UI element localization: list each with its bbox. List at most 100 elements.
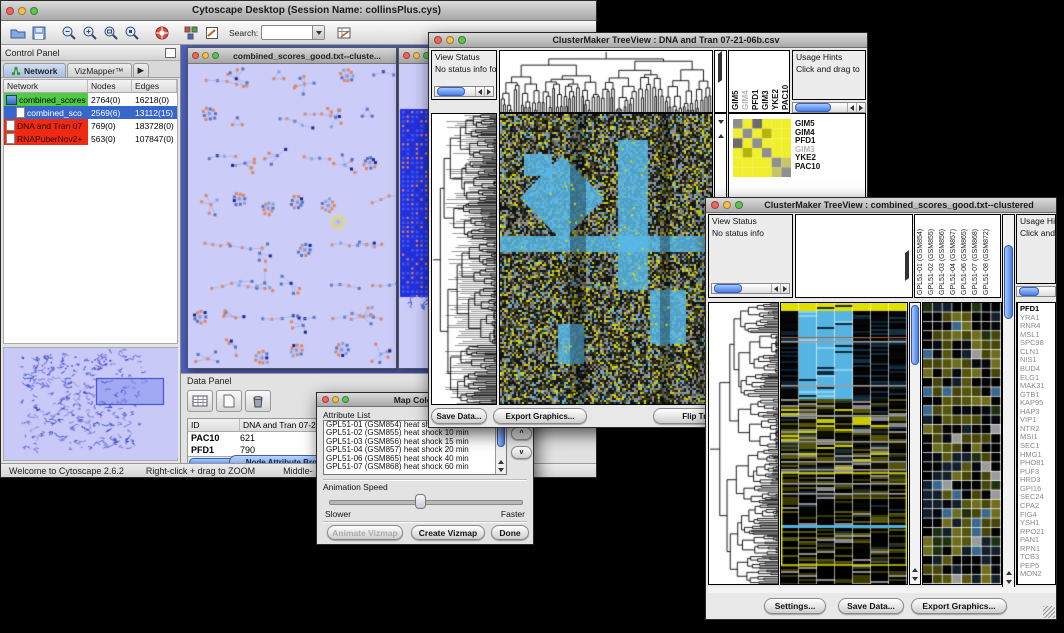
settings-button[interactable]: Settings... [764, 598, 826, 614]
resize-grip[interactable] [1043, 606, 1055, 618]
search-input[interactable] [261, 25, 325, 40]
array-label[interactable]: GIM3 [761, 53, 771, 110]
network-row[interactable]: RNAPuberNov2+ 563(0) 107847(0) [4, 132, 177, 145]
minimize-icon[interactable] [202, 52, 209, 59]
maximize-button[interactable] [30, 7, 38, 15]
row-dendrogram-canvas[interactable] [709, 303, 778, 584]
attribute-listbox[interactable]: GPL51-01 (GSM854) heat shock 05 minGPL51… [323, 420, 507, 475]
scrollbar-thumb[interactable] [911, 305, 919, 365]
minimize-icon[interactable] [332, 396, 339, 403]
scroll-up-icon[interactable] [1003, 571, 1014, 575]
array-label[interactable]: PFD1 [751, 53, 761, 110]
minimize-icon[interactable] [413, 52, 420, 59]
scroll-down-icon[interactable] [496, 468, 506, 472]
usage-hints-scrollbar[interactable] [792, 102, 866, 113]
minimize-icon[interactable] [446, 36, 454, 44]
gene-list-pane[interactable]: PFD1YRA1RNR4MSL1SPC98CLN1NIS1BUD4ELG1MAK… [1016, 302, 1056, 585]
array-label[interactable]: GPL51-02 (GSM855) [928, 217, 939, 295]
array-label[interactable]: GPL51-08 (GSM872) [983, 217, 994, 295]
treeview1-titlebar[interactable]: ClusterMaker TreeView : DNA and Tran 07-… [429, 33, 867, 48]
minimize-icon[interactable] [723, 201, 731, 209]
scroll-down-icon[interactable] [718, 124, 724, 142]
header-pager-strip[interactable] [714, 50, 727, 113]
network-view-window[interactable]: combined_scores_good.txt--cluste... [187, 47, 397, 369]
slider-thumb[interactable] [415, 494, 426, 509]
column-dendrogram-canvas[interactable] [500, 51, 712, 112]
array-label[interactable]: GIM5 [731, 53, 741, 110]
close-icon[interactable] [711, 201, 719, 209]
maximize-icon[interactable] [342, 396, 349, 403]
tab-network[interactable]: Network [3, 63, 66, 77]
column-id[interactable]: ID [188, 419, 240, 431]
network-view-titlebar[interactable]: combined_scores_good.txt--cluste... [188, 48, 396, 64]
attribute-item[interactable]: GPL51-07 (GSM868) heat shock 60 min [324, 463, 506, 471]
usage-hints-scrollbar[interactable] [1016, 286, 1056, 297]
select-attributes-button[interactable] [187, 390, 213, 412]
scroll-right-icon[interactable] [780, 284, 789, 293]
scroll-up-icon[interactable] [910, 568, 920, 572]
column-tree-pane[interactable] [795, 214, 913, 298]
birdseye-view[interactable] [3, 347, 178, 461]
view-status-scrollbar[interactable] [711, 283, 790, 294]
row-dendrogram-pane[interactable] [708, 302, 779, 585]
close-icon[interactable] [434, 36, 442, 44]
scroll-left-icon[interactable] [771, 284, 780, 293]
animation-speed-slider[interactable] [329, 500, 523, 505]
column-network[interactable]: Network [4, 80, 88, 92]
zoom-heatmap-pane[interactable] [922, 302, 1002, 585]
scrollbar-thumb[interactable] [1019, 287, 1039, 296]
close-icon[interactable] [192, 52, 199, 59]
maximize-icon[interactable] [735, 201, 743, 209]
strip-vscrollbar[interactable] [909, 302, 921, 585]
save-data-button[interactable]: Save Data... [431, 408, 487, 424]
export-graphics-button[interactable]: Export Graphics... [911, 598, 1007, 614]
save-data-button[interactable]: Save Data... [838, 598, 904, 614]
scrollbar-thumb[interactable] [1004, 245, 1013, 319]
minimize-button[interactable] [18, 7, 26, 15]
array-label[interactable]: GPL51-07 (GSM868) [972, 217, 983, 295]
move-up-button[interactable]: ^ [511, 427, 532, 440]
scroll-left-icon[interactable] [475, 87, 484, 96]
global-heatmap-pane[interactable] [780, 302, 908, 585]
done-button[interactable]: Done [491, 525, 529, 540]
heatmap-canvas[interactable] [500, 114, 712, 404]
treeview2-titlebar[interactable]: ClusterMaker TreeView : combined_scores_… [706, 198, 1056, 213]
maximize-icon[interactable] [458, 36, 466, 44]
float-panel-icon[interactable] [165, 48, 176, 58]
search-dropdown-button[interactable] [312, 26, 324, 39]
help-button[interactable] [151, 23, 172, 42]
zoom-heatmap-canvas[interactable] [923, 303, 1001, 584]
scroll-right-icon[interactable] [856, 103, 865, 112]
scroll-up-icon[interactable] [496, 460, 506, 464]
row-dendrogram-pane[interactable] [431, 113, 497, 405]
move-down-button[interactable]: v [511, 446, 532, 459]
birdseye-canvas[interactable] [4, 348, 178, 458]
network-row[interactable]: DNA and Tran 07 769(0) 183728(0) [4, 119, 177, 132]
network-row[interactable]: combined_sco 2569(6) 13112(15) [4, 106, 177, 119]
vizmapper-button[interactable] [181, 23, 202, 42]
scroll-right-icon[interactable] [905, 261, 909, 279]
tab-vizmapper[interactable]: VizMapper™ [67, 63, 132, 77]
scrollbar-thumb[interactable] [714, 284, 742, 293]
scroll-down-icon[interactable] [910, 577, 920, 581]
scroll-down-icon[interactable] [1003, 580, 1014, 584]
heatmap-pane[interactable] [499, 113, 713, 405]
array-label[interactable]: GPL51-03 (GSM856) [939, 217, 950, 295]
view-status-scrollbar[interactable] [434, 86, 494, 97]
array-label[interactable]: GPL51-04 (GSM857) [950, 217, 961, 295]
array-label[interactable]: GPL51-01 (GSM854) [917, 217, 928, 295]
create-vizmap-button[interactable]: Create Vizmap [411, 525, 485, 540]
array-label[interactable]: PAC10 [781, 53, 790, 110]
scrollbar-thumb[interactable] [437, 87, 465, 96]
similarity-matrix-canvas[interactable] [733, 119, 791, 177]
global-heatmap-canvas[interactable] [781, 303, 907, 584]
export-graphics-button[interactable]: Export Graphics... [493, 408, 587, 424]
open-file-button[interactable] [7, 23, 28, 42]
save-button[interactable] [28, 23, 49, 42]
maximize-icon[interactable] [212, 52, 219, 59]
array-labels-pane[interactable]: GIM5GIM4PFD1GIM3YKE2PAC10 [728, 50, 790, 113]
row-dendrogram-canvas[interactable] [432, 114, 496, 404]
zoom-fit-button[interactable] [100, 23, 121, 42]
new-attribute-button[interactable] [216, 390, 242, 412]
network-row[interactable]: combined_scores 2764(0) 16218(0) [4, 93, 177, 106]
